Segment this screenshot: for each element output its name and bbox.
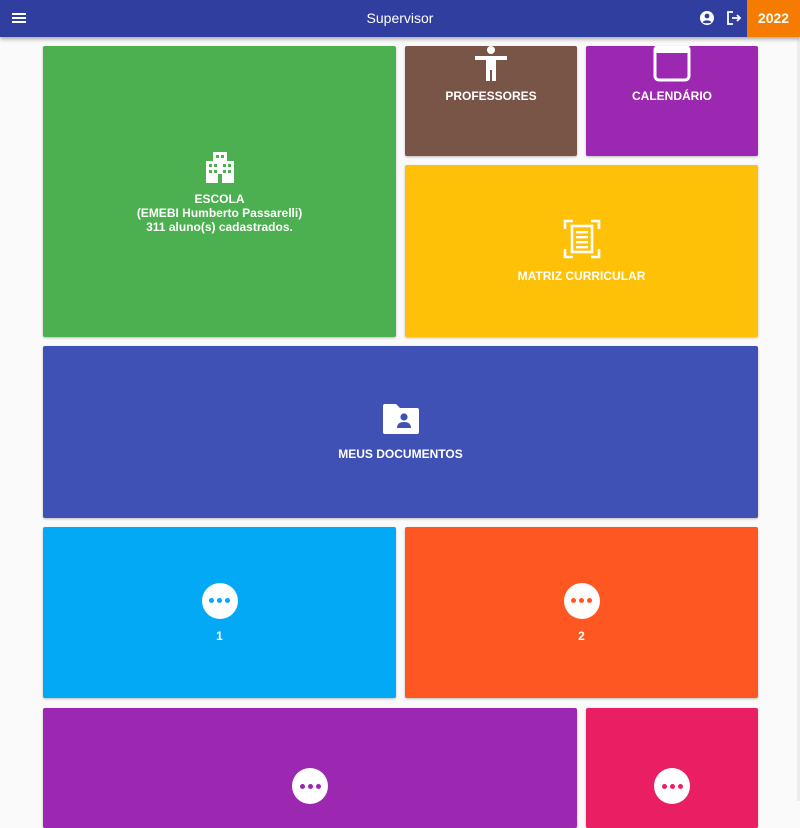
tile-1-label: 1 (216, 628, 223, 643)
tile-4[interactable] (586, 708, 758, 828)
more-icon (292, 768, 328, 804)
more-icon (201, 582, 238, 619)
tile-calendario-label: CALENDÁRIO (632, 89, 712, 103)
tile-meus-documentos-label: MEUS DOCUMENTOS (338, 447, 463, 461)
page-title: Supervisor (366, 10, 434, 26)
tile-2[interactable]: 2 (405, 527, 758, 698)
tile-escola[interactable]: ESCOLA (EMEBI Humberto Passarelli) 311 a… (43, 46, 396, 337)
top-app-bar: Supervisor 2022 (0, 0, 800, 37)
more-icon (563, 582, 600, 619)
more-icon (654, 768, 690, 804)
calendar-icon (653, 46, 691, 82)
tile-meus-documentos[interactable]: MEUS DOCUMENTOS (43, 346, 758, 518)
tile-matriz-curricular-label: MATRIZ CURRICULAR (517, 269, 646, 283)
year-selector[interactable]: 2022 (747, 0, 800, 37)
folder-account-icon (382, 404, 419, 434)
person-icon (475, 46, 507, 81)
document-scan-icon (563, 219, 600, 259)
tile-professores[interactable]: PROFESSORES (405, 46, 577, 156)
tile-2-label: 2 (578, 628, 585, 643)
building-icon (205, 151, 234, 183)
tile-professores-label: PROFESSORES (445, 89, 537, 103)
tile-escola-label: ESCOLA (EMEBI Humberto Passarelli) 311 a… (136, 191, 303, 234)
tile-matriz-curricular[interactable]: MATRIZ CURRICULAR (405, 165, 758, 337)
account-circle-icon[interactable] (699, 10, 715, 26)
tile-3[interactable] (43, 708, 577, 828)
tile-calendario[interactable]: CALENDÁRIO (586, 46, 758, 156)
logout-icon[interactable] (726, 10, 742, 26)
tile-1[interactable]: 1 (43, 527, 396, 698)
